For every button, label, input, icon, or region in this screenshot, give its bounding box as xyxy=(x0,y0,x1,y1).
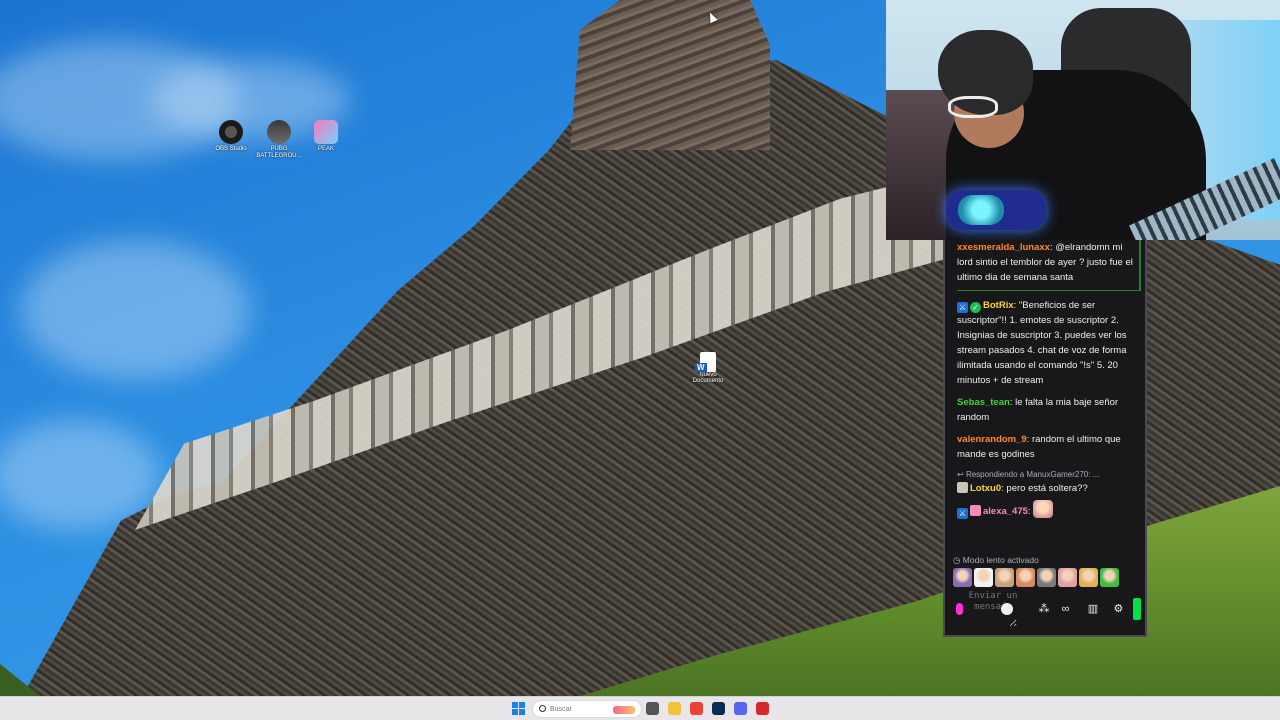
streamer-glasses xyxy=(948,96,998,118)
settings-gear-icon[interactable]: ⚙ xyxy=(1108,602,1130,617)
emote-icon[interactable] xyxy=(1100,568,1119,587)
taskbar-search[interactable] xyxy=(532,700,642,718)
desktop-icon-label: OBS Studio xyxy=(215,146,247,152)
verified-badge-icon: ✓ xyxy=(970,302,981,313)
chat-username[interactable]: BotRix xyxy=(983,300,1014,311)
slow-mode-notice: ◷ Modo lento activado xyxy=(953,555,1039,565)
infinity-icon[interactable]: ∞ xyxy=(1055,602,1077,617)
chat-message: valenrandom_9: random el ultimo que mand… xyxy=(957,432,1135,462)
chat-message: ⚔ alexa_475: xyxy=(957,500,1135,519)
emote-icon[interactable] xyxy=(1037,568,1056,587)
chat-message: xxesmeralda_lunaxx: @elrandomn mi lord s… xyxy=(957,240,1141,291)
chat-username[interactable]: xxesmeralda_lunaxx xyxy=(957,242,1050,253)
gift-badge-icon xyxy=(970,505,981,516)
microphone-icon xyxy=(956,603,964,615)
send-button[interactable] xyxy=(1133,598,1141,620)
reply-arrow-icon: ↩ xyxy=(957,470,966,479)
desktop-icon-label: PEAK xyxy=(317,146,334,152)
chat-message-list[interactable]: xxesmeralda_lunaxx: @elrandomn mi lord s… xyxy=(945,240,1145,519)
chat-reply-message: ↩ Respondiendo a ManuxGamer270: ... Lotx… xyxy=(957,469,1135,496)
search-icon xyxy=(539,705,546,712)
sword-badge-icon: ⚔ xyxy=(957,302,968,313)
chat-username[interactable]: alexa_475 xyxy=(983,506,1028,517)
folder-icon[interactable] xyxy=(668,702,681,715)
desktop-icon-pubg[interactable]: PUBG BATTLEGROU... xyxy=(256,120,302,160)
pubg-icon xyxy=(267,120,291,144)
chat-username[interactable]: valenrandom_9 xyxy=(957,434,1027,445)
sword-badge-icon: ⚔ xyxy=(957,508,968,519)
temple-top xyxy=(570,0,770,150)
discord-icon[interactable] xyxy=(734,702,747,715)
desktop-icon-label: PUBG BATTLEGROU... xyxy=(256,146,302,159)
desktop-icon-label: Nuevo Documento xyxy=(692,372,724,384)
microphone-head xyxy=(958,195,1004,225)
windows-start-icon[interactable] xyxy=(512,702,525,715)
emote-bar xyxy=(953,568,1119,587)
chat-message: Sebas_tean: le falta la mia baje señor r… xyxy=(957,395,1135,425)
desktop-icon-document[interactable]: Nuevo Documento xyxy=(690,352,726,384)
chat-message: ⚔ ✓ BotRix: "Beneficios de ser suscriptor"… xyxy=(957,298,1135,388)
emote-icon[interactable] xyxy=(1016,568,1035,587)
cloud xyxy=(20,240,250,380)
emote-icon[interactable] xyxy=(953,568,972,587)
file-manager-icon[interactable] xyxy=(646,702,659,715)
chat-text: : "Beneficios de ser suscriptor"!! 1. em… xyxy=(957,300,1127,386)
word-document-icon xyxy=(695,352,716,372)
emote-icon[interactable] xyxy=(995,568,1014,587)
chrome-icon[interactable] xyxy=(690,702,703,715)
desktop-icon-peak[interactable]: PEAK xyxy=(303,120,349,153)
desktop-icon-obs[interactable]: OBS Studio xyxy=(208,120,254,153)
chat-input-row: ⁂ ∞ ▥ ⚙ xyxy=(951,590,1141,628)
taskbar xyxy=(0,696,1280,720)
stream-chat-panel: xxesmeralda_lunaxx: @elrandomn mi lord s… xyxy=(943,240,1147,637)
emote-icon[interactable] xyxy=(1058,568,1077,587)
chat-username[interactable]: Lotxu0 xyxy=(970,483,1001,494)
search-highlight-icon xyxy=(613,706,635,714)
points-icon[interactable]: ⁂ xyxy=(1033,602,1055,617)
subscriber-badge-icon xyxy=(957,482,968,493)
chat-username[interactable]: Sebas_tean xyxy=(957,397,1010,408)
reply-hint[interactable]: ↩ Respondiendo a ManuxGamer270: ... xyxy=(957,469,1135,481)
obs-icon xyxy=(219,120,243,144)
webcam-overlay xyxy=(886,0,1280,240)
clock-icon: ◷ xyxy=(953,555,963,565)
peak-icon xyxy=(314,120,338,144)
emote-icon xyxy=(1033,500,1054,518)
chat-text: : pero está soltera?? xyxy=(1001,483,1088,494)
emote-icon[interactable] xyxy=(1079,568,1098,587)
emote-icon[interactable] xyxy=(974,568,993,587)
game-icon[interactable] xyxy=(756,702,769,715)
search-input[interactable] xyxy=(550,703,620,715)
photoshop-icon[interactable] xyxy=(712,702,725,715)
store-icon[interactable]: ▥ xyxy=(1082,602,1104,617)
chat-text: : xyxy=(1027,506,1031,517)
microphone-button[interactable] xyxy=(951,598,969,620)
